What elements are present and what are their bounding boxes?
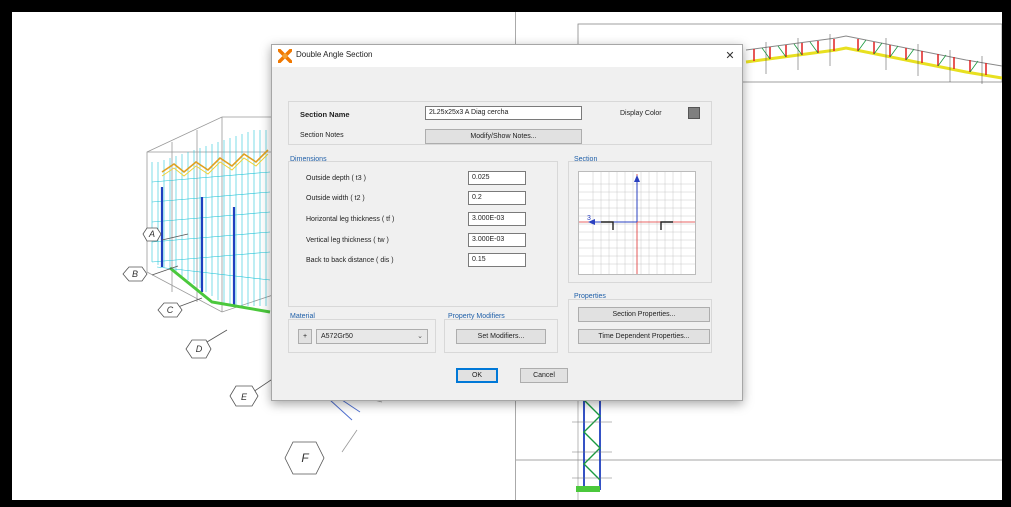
section-preview-canvas: 3 (578, 171, 696, 275)
section-name-input[interactable]: 2L25x25x3 A Diag cercha (425, 106, 582, 120)
back-to-back-distance-input[interactable]: 0.15 (468, 253, 526, 267)
outside-width-label: Outside width ( t2 ) (306, 195, 365, 202)
vertical-leg-thickness-label: Vertical leg thickness ( tw ) (306, 237, 389, 244)
outside-depth-label: Outside depth ( t3 ) (306, 175, 366, 182)
set-modifiers-button[interactable]: Set Modifiers... (456, 329, 546, 344)
outside-depth-input[interactable]: 0.025 (468, 171, 526, 185)
section-drawing: 3 (579, 172, 695, 274)
horizontal-leg-thickness-input[interactable]: 3.000E-03 (468, 212, 526, 226)
grid-label-e: E (241, 392, 248, 402)
display-color-swatch[interactable] (688, 107, 700, 119)
grid-label-d: D (196, 344, 203, 354)
close-button[interactable]: ✕ (720, 46, 740, 66)
grid-label-f: F (301, 451, 309, 465)
section-notes-label: Section Notes (300, 132, 344, 139)
grid-label-b: B (132, 269, 138, 279)
property-modifiers-group-title: Property Modifiers (448, 313, 505, 320)
dialog-title: Double Angle Section (296, 50, 373, 59)
grid-label-a: A (148, 229, 155, 239)
horizontal-leg-thickness-label: Horizontal leg thickness ( tf ) (306, 216, 395, 223)
section-name-label: Section Name (300, 110, 350, 119)
modify-show-notes-button[interactable]: Modify/Show Notes... (425, 129, 582, 144)
chevron-down-icon: ⌄ (417, 333, 423, 340)
display-color-label: Display Color (620, 110, 662, 117)
grid-label-c: C (167, 305, 174, 315)
double-angle-section-dialog: Double Angle Section ✕ Section Name 2L25… (271, 44, 743, 401)
dimensions-group-title: Dimensions (290, 156, 327, 163)
section-group-title: Section (574, 156, 598, 163)
back-to-back-distance-label: Back to back distance ( dis ) (306, 257, 394, 264)
material-group-title: Material (290, 313, 315, 320)
ok-button[interactable]: OK (456, 368, 498, 383)
material-select-value: A572Gr50 (321, 333, 353, 340)
vertical-leg-thickness-input[interactable]: 3.000E-03 (468, 233, 526, 247)
screen: A B C D E F Double Angle Section ✕ Secti… (12, 12, 1002, 500)
material-select[interactable]: A572Gr50 ⌄ (316, 329, 428, 344)
outside-width-input[interactable]: 0.2 (468, 191, 526, 205)
sap-app-icon (278, 49, 292, 63)
add-material-button[interactable]: + (298, 329, 312, 344)
section-properties-button[interactable]: Section Properties... (578, 307, 710, 322)
properties-group-title: Properties (574, 293, 606, 300)
dialog-titlebar[interactable]: Double Angle Section ✕ (272, 45, 742, 67)
time-dependent-properties-button[interactable]: Time Dependent Properties... (578, 329, 710, 344)
section-axis-label: 3 (587, 215, 591, 222)
cancel-button[interactable]: Cancel (520, 368, 568, 383)
